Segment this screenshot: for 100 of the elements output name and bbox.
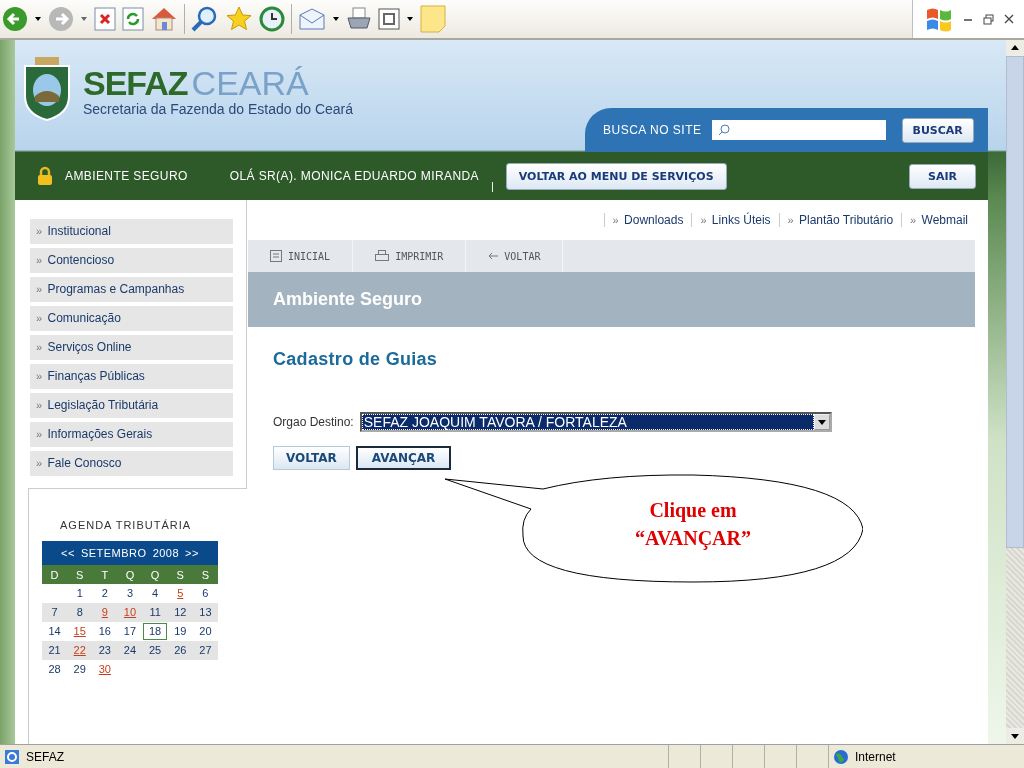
weekday-label: Q — [124, 568, 136, 581]
calendar-day: 28 — [44, 661, 65, 678]
calendar-day: 21 — [44, 642, 65, 659]
calendar-day: 4 — [148, 585, 163, 602]
close-icon[interactable] — [1004, 14, 1014, 24]
section-title: Ambiente Seguro — [273, 289, 423, 310]
calendar-day: 12 — [170, 604, 191, 621]
calendar-day: 3 — [122, 585, 138, 602]
next-month-link[interactable]: >> — [185, 547, 199, 559]
form-button[interactable]: VOLTAR — [273, 446, 350, 470]
search-label: BUSCA NO SITE — [603, 123, 702, 137]
brand-subtitle: Secretaria da Fazenda do Estado do Ceará — [83, 101, 354, 117]
calendar-day[interactable]: 22 — [69, 642, 90, 659]
refresh-icon[interactable] — [122, 7, 144, 31]
secure-label: AMBIENTE SEGURO — [65, 169, 188, 183]
weekday-label: Q — [149, 568, 161, 581]
calendar-year: 2008 — [152, 547, 180, 559]
calendar-day[interactable]: 30 — [94, 661, 115, 678]
calendar-day: 18 — [143, 623, 168, 640]
calendar-day: 8 — [72, 604, 87, 621]
caret-icon[interactable] — [34, 16, 42, 22]
previous-month-link[interactable]: << — [61, 547, 75, 559]
windows-flag-icon — [925, 6, 953, 32]
calendar-day: 19 — [170, 623, 191, 640]
calendar-day: 6 — [198, 585, 213, 602]
calendar-day: 2 — [97, 585, 112, 602]
back-icon[interactable] — [2, 6, 28, 32]
calendar-day: 1 — [72, 585, 87, 602]
globe-icon — [833, 748, 849, 765]
calendar-day: 7 — [47, 604, 62, 621]
sidebar-item[interactable]: » Contencioso — [30, 248, 233, 273]
weekday-label: D — [49, 568, 60, 581]
callout-text: Clique em — [648, 498, 738, 524]
history-icon[interactable] — [259, 6, 285, 32]
calendar-day[interactable]: 10 — [119, 604, 141, 621]
services-menu-button[interactable]: VOLTAR AO MENU DE SERVIÇOS — [505, 162, 727, 190]
top-link[interactable]: » Plantão Tributário — [778, 213, 902, 227]
sidebar-item[interactable]: » Legislação Tributária — [30, 393, 233, 418]
emblem-icon — [21, 56, 73, 122]
caret-icon[interactable] — [332, 16, 340, 22]
top-link[interactable]: » Downloads — [603, 213, 692, 227]
calendar-day: 14 — [44, 623, 65, 640]
brand-name: SEFAZ — [83, 64, 188, 102]
sidebar-item[interactable]: » Informações Gerais — [30, 422, 233, 447]
top-link[interactable]: » Webmail — [901, 213, 976, 227]
sidebar-item[interactable]: » Finanças Públicas — [30, 364, 233, 389]
form-button[interactable]: AVANÇAR — [355, 446, 452, 470]
calendar-day: 24 — [119, 642, 141, 659]
calendar-day: 11 — [145, 604, 165, 621]
calendar-day: 25 — [145, 642, 166, 659]
calendar-day: 20 — [195, 623, 216, 640]
brand-state: CEARÁ — [191, 64, 309, 102]
vertical-scrollbar[interactable] — [1006, 40, 1024, 744]
sidebar-item[interactable]: » Programas e Campanhas — [30, 277, 233, 302]
calendar-day: 27 — [195, 642, 216, 659]
weekday-label: S — [75, 568, 85, 581]
calendar-day[interactable]: 5 — [173, 585, 188, 602]
calendar-day[interactable]: 9 — [97, 604, 112, 621]
agenda-title: AGENDA TRIBUTÁRIA — [59, 519, 193, 531]
left-arrow-icon — [488, 252, 499, 260]
document-icon[interactable] — [378, 8, 400, 30]
calendar-day: 16 — [94, 623, 115, 640]
dropdown-arrow-icon — [817, 419, 826, 425]
calendar-day: 29 — [69, 661, 90, 678]
callout-text: “AVANÇAR” — [634, 526, 752, 552]
sidebar-item[interactable]: » Institucional — [30, 219, 233, 244]
restore-icon[interactable] — [983, 13, 994, 25]
lock-icon — [37, 166, 53, 186]
user-greeting: OLÁ SR(A). MONICA EDUARDO MIRANDA — [229, 169, 479, 183]
printer-icon[interactable] — [346, 6, 372, 32]
field-label: Orgao Destino: — [273, 415, 354, 429]
calendar-day: 17 — [119, 623, 141, 640]
mail-icon[interactable] — [298, 7, 326, 31]
destination-select[interactable]: SEFAZ JOAQUIM TAVORA / FORTALEZA — [359, 412, 832, 432]
exit-button[interactable]: SAIR — [909, 163, 976, 189]
search-button[interactable]: BUSCAR — [901, 117, 974, 143]
calendar-day: 13 — [195, 604, 216, 621]
stop-icon[interactable] — [94, 7, 116, 31]
calendar-month: SETEMBRO — [80, 547, 147, 559]
search-field[interactable] — [711, 120, 886, 140]
status-text: SEFAZ — [26, 749, 64, 764]
caret-icon[interactable] — [406, 16, 414, 22]
home-icon[interactable] — [150, 6, 178, 32]
search-icon[interactable] — [191, 5, 219, 33]
calendar-day: 23 — [94, 642, 115, 659]
calendar-day: 26 — [170, 642, 191, 659]
zone-label: Internet — [855, 749, 896, 764]
calendar-day[interactable]: 15 — [69, 623, 90, 640]
star-icon[interactable] — [225, 5, 253, 33]
weekday-label: T — [100, 568, 110, 581]
weekday-label: S — [175, 568, 185, 581]
search-icon — [717, 124, 730, 136]
sidebar-item[interactable]: » Serviços Online — [30, 335, 233, 360]
weekday-label: S — [200, 568, 211, 581]
top-link[interactable]: » Links Úteis — [691, 213, 779, 227]
sidebar-item[interactable]: » Fale Conosco — [30, 451, 233, 476]
form-title: Cadastro de Guias — [273, 349, 439, 370]
sidebar-item[interactable]: » Comunicação — [30, 306, 233, 331]
printer-icon — [375, 250, 390, 262]
separator-mark: | — [490, 180, 494, 192]
